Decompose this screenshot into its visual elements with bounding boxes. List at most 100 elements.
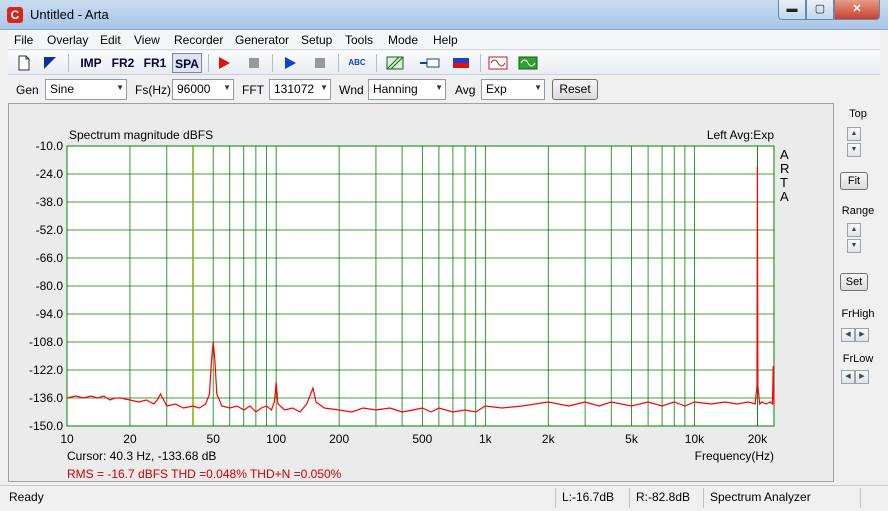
green-wave-icon[interactable] bbox=[516, 53, 540, 73]
mode-readout: Spectrum Analyzer bbox=[710, 490, 811, 504]
app-icon[interactable]: C bbox=[7, 7, 23, 23]
open-triangle-icon[interactable] bbox=[40, 53, 60, 73]
brand-letter: A bbox=[780, 147, 789, 162]
top-label: Top bbox=[849, 108, 867, 120]
menu-tools[interactable]: Tools bbox=[345, 33, 373, 47]
averaging-select[interactable]: Exp ▼ bbox=[481, 79, 545, 100]
stop-icon[interactable] bbox=[310, 53, 330, 73]
menu-view[interactable]: View bbox=[134, 33, 160, 47]
range-down-spinner[interactable]: ▼ bbox=[847, 239, 861, 253]
sine-wave-icon[interactable] bbox=[486, 53, 510, 73]
chevron-down-icon: ▼ bbox=[320, 83, 328, 92]
spectrum-chart[interactable]: -10.0 -24.0 -38.0 -52.0 -66.0 -80.0 -94.0 -108.… bbox=[9, 104, 835, 483]
chart-title: Spectrum magnitude dBFS bbox=[69, 128, 213, 142]
top-down-spinner[interactable]: ▼ bbox=[847, 143, 861, 157]
gen-label: Gen bbox=[16, 83, 39, 97]
rms-thd-readout: RMS = -16.7 dBFS THD =0.048% THD+N =0.05… bbox=[67, 467, 342, 481]
hatch-icon[interactable] bbox=[384, 53, 406, 73]
x-axis-ticks: 10 20 50 100 200 500 1k 2k 5k 10k 20k bbox=[60, 432, 768, 446]
fft-size-select[interactable]: 131072 ▼ bbox=[269, 79, 331, 100]
y-tick-label: -52.0 bbox=[36, 223, 64, 237]
new-document-icon[interactable] bbox=[14, 53, 34, 73]
menu-mode[interactable]: Mode bbox=[388, 33, 418, 47]
maximize-button[interactable]: ▢ bbox=[806, 0, 834, 20]
close-button[interactable]: ✕ bbox=[834, 0, 880, 20]
menu-help[interactable]: Help bbox=[433, 33, 458, 47]
y-tick-label: -80.0 bbox=[36, 279, 64, 293]
frlow-right-spinner[interactable]: ▶ bbox=[855, 370, 869, 384]
fs-label: Fs(Hz) bbox=[135, 83, 171, 97]
set-button[interactable]: Set bbox=[840, 273, 868, 291]
left-level-readout: L:-16.7dB bbox=[562, 490, 615, 504]
y-tick-label: -10.0 bbox=[36, 139, 64, 153]
chevron-down-icon: ▼ bbox=[116, 83, 124, 92]
fft-size-value: 131072 bbox=[274, 82, 315, 96]
color-bar-icon[interactable] bbox=[450, 53, 472, 73]
menu-edit[interactable]: Edit bbox=[100, 33, 121, 47]
generator-select[interactable]: Sine ▼ bbox=[45, 79, 127, 100]
x-tick-label: 20 bbox=[123, 432, 137, 446]
arta-brand-letters: ARTA bbox=[780, 147, 789, 204]
chevron-down-icon: ▼ bbox=[534, 83, 542, 92]
stop-icon[interactable] bbox=[244, 53, 264, 73]
y-tick-label: -122.0 bbox=[29, 363, 63, 377]
x-tick-label: 50 bbox=[207, 432, 221, 446]
brand-letter: R bbox=[780, 161, 789, 176]
x-tick-label: 200 bbox=[329, 432, 349, 446]
x-axis-label: Frequency(Hz) bbox=[695, 449, 774, 463]
chevron-down-icon: ▼ bbox=[223, 83, 231, 92]
y-tick-label: -108.0 bbox=[29, 335, 63, 349]
menu-recorder[interactable]: Recorder bbox=[174, 33, 223, 47]
menu-file[interactable]: File bbox=[14, 33, 33, 47]
fit-button[interactable]: Fit bbox=[840, 172, 868, 190]
frhigh-label: FrHigh bbox=[841, 308, 875, 320]
top-up-spinner[interactable]: ▲ bbox=[847, 127, 861, 141]
spa-mode-button[interactable]: SPA bbox=[172, 53, 202, 73]
generator-parameters-bar: Gen Sine ▼ Fs(Hz) 96000 ▼ FFT 131072 ▼ Wnd … bbox=[8, 77, 880, 102]
window-select[interactable]: Hanning ▼ bbox=[368, 79, 446, 100]
x-tick-label: 2k bbox=[542, 432, 556, 446]
x-tick-label: 500 bbox=[412, 432, 432, 446]
connector-icon[interactable] bbox=[418, 53, 442, 73]
averaging-select-value: Exp bbox=[486, 82, 507, 96]
fr2-mode-button[interactable]: FR2 bbox=[108, 53, 138, 73]
menu-generator[interactable]: Generator bbox=[235, 33, 289, 47]
avg-label: Avg bbox=[455, 83, 476, 97]
status-text: Ready bbox=[9, 490, 44, 504]
reset-button[interactable]: Reset bbox=[552, 79, 598, 100]
minimize-button[interactable]: ▬ bbox=[778, 0, 806, 20]
x-tick-label: 20k bbox=[748, 432, 768, 446]
menu-setup[interactable]: Setup bbox=[301, 33, 332, 47]
y-tick-label: -66.0 bbox=[36, 251, 64, 265]
frlow-label: FrLow bbox=[842, 353, 874, 365]
fr1-mode-button[interactable]: FR1 bbox=[140, 53, 170, 73]
y-tick-label: -94.0 bbox=[36, 307, 64, 321]
play-icon[interactable] bbox=[280, 53, 300, 73]
window-title: Untitled - Arta bbox=[30, 7, 109, 22]
x-tick-label: 1k bbox=[479, 432, 493, 446]
wnd-label: Wnd bbox=[339, 83, 364, 97]
impulse-mode-button[interactable]: IMP bbox=[76, 53, 106, 73]
window-select-value: Hanning bbox=[373, 82, 418, 96]
y-tick-label: -38.0 bbox=[36, 195, 64, 209]
generator-select-value: Sine bbox=[50, 82, 75, 96]
frhigh-right-spinner[interactable]: ▶ bbox=[855, 328, 869, 342]
brand-letter: A bbox=[780, 189, 789, 204]
sample-rate-select[interactable]: 96000 ▼ bbox=[172, 79, 234, 100]
range-up-spinner[interactable]: ▲ bbox=[847, 223, 861, 237]
record-play-icon[interactable] bbox=[214, 53, 234, 73]
spectrum-plot-panel[interactable]: -10.0 -24.0 -38.0 -52.0 -66.0 -80.0 -94.0 -108.… bbox=[8, 103, 834, 482]
toolbar: IMP FR2 FR1 SPA ABC bbox=[8, 51, 880, 75]
frhigh-left-spinner[interactable]: ◀ bbox=[841, 328, 855, 342]
x-tick-label: 10k bbox=[685, 432, 705, 446]
chevron-down-icon: ▼ bbox=[435, 83, 443, 92]
title-bar: C Untitled - Arta ▬ ▢ ✕ bbox=[0, 0, 888, 30]
plot-grid bbox=[66, 145, 775, 427]
marker-abc-button[interactable]: ABC bbox=[344, 53, 370, 73]
y-tick-label: -24.0 bbox=[36, 167, 64, 181]
frlow-left-spinner[interactable]: ◀ bbox=[841, 370, 855, 384]
scale-side-panel: Top ▲ ▼ Fit Range ▲ ▼ Set FrHigh ◀ ▶ FrL… bbox=[836, 103, 880, 482]
menu-overlay[interactable]: Overlay bbox=[47, 33, 88, 47]
range-label: Range bbox=[841, 205, 875, 217]
x-tick-label: 100 bbox=[266, 432, 286, 446]
